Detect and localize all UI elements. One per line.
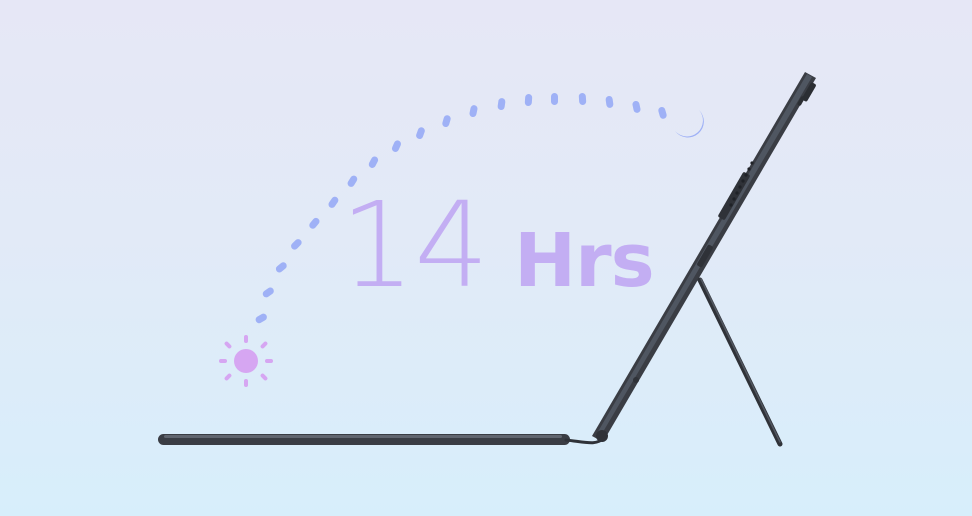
hours-unit: Hrs bbox=[514, 218, 654, 304]
keyboard-base bbox=[158, 434, 606, 445]
kickstand bbox=[697, 277, 783, 447]
moon-icon bbox=[675, 110, 704, 138]
battery-hours-headline: 14 Hrs bbox=[340, 176, 655, 326]
hours-number: 14 bbox=[340, 176, 489, 314]
battery-life-banner: 14 Hrs bbox=[0, 0, 972, 516]
sun-icon bbox=[219, 335, 273, 387]
